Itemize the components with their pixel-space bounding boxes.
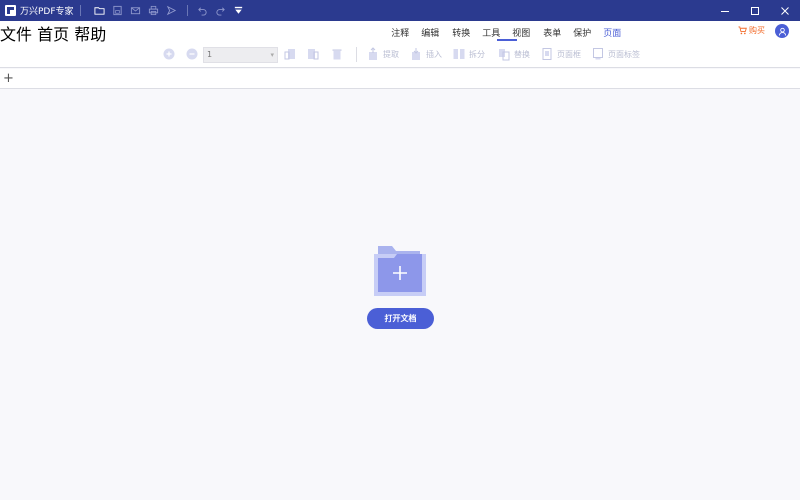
zoom-in-button[interactable] — [162, 47, 179, 61]
window-controls — [710, 0, 800, 21]
undo-icon[interactable] — [194, 0, 212, 21]
save-icon[interactable] — [109, 0, 127, 21]
rotate-left-icon — [284, 49, 295, 60]
mail-icon[interactable] — [127, 0, 145, 21]
insert-icon — [412, 48, 420, 60]
page-label-icon — [593, 48, 603, 60]
buy-button[interactable]: 购买 — [738, 25, 765, 36]
tab-view[interactable]: 视图 — [512, 26, 530, 39]
page-box-icon — [542, 48, 552, 60]
app-title: 万兴PDF专家 — [20, 7, 74, 17]
insert-label: 插入 — [426, 49, 442, 59]
maximize-icon[interactable] — [740, 0, 770, 21]
zoom-out-button[interactable] — [185, 47, 202, 61]
minimize-icon[interactable] — [710, 0, 740, 21]
delete-page-button[interactable] — [330, 47, 347, 61]
extract-icon — [369, 47, 377, 60]
quick-access-toolbar — [91, 0, 248, 21]
user-avatar[interactable] — [775, 24, 789, 38]
split-label: 拆分 — [469, 49, 485, 59]
trash-icon — [332, 49, 342, 60]
page-ribbon — [0, 43, 800, 68]
menu-file[interactable]: 文件 — [0, 25, 32, 44]
buy-label: 购买 — [749, 26, 765, 35]
customize-icon[interactable] — [230, 0, 248, 21]
menu-help[interactable]: 帮助 — [74, 25, 106, 44]
open-folder-icon[interactable] — [91, 0, 109, 21]
page-box-label: 页面框 — [557, 49, 581, 59]
title-bar: 万兴PDF专家 — [0, 0, 800, 21]
page-number-select[interactable]: 1 ▾ — [203, 47, 278, 63]
document-tab-strip — [0, 69, 800, 89]
chevron-down-icon: ▾ — [270, 51, 274, 59]
open-document-button[interactable]: 打开文档 — [367, 308, 434, 329]
quick-access-separator — [186, 5, 188, 16]
ribbon-separator — [356, 47, 357, 62]
split-button[interactable]: 拆分 — [452, 47, 485, 61]
tab-tools[interactable]: 工具 — [482, 26, 500, 39]
extract-button[interactable]: 提取 — [366, 47, 399, 61]
zoom-in-icon — [163, 48, 175, 60]
tab-edit[interactable]: 编辑 — [421, 26, 439, 39]
print-icon[interactable] — [145, 0, 163, 21]
extract-label: 提取 — [383, 49, 399, 59]
tab-form[interactable]: 表单 — [543, 26, 561, 39]
page-box-button[interactable]: 页面框 — [540, 47, 581, 61]
replace-button[interactable]: 替换 — [497, 47, 530, 61]
menu-home[interactable]: 首页 — [37, 25, 69, 44]
cart-icon — [738, 26, 747, 35]
close-icon[interactable] — [770, 0, 800, 21]
app-logo-icon — [5, 5, 16, 16]
tab-convert[interactable]: 转换 — [452, 26, 470, 39]
tab-page[interactable]: 页面 — [603, 26, 621, 39]
page-number-value: 1 — [207, 50, 213, 59]
tab-comment[interactable]: 注释 — [391, 26, 409, 39]
insert-button[interactable]: 插入 — [409, 47, 442, 61]
share-icon[interactable] — [163, 0, 181, 21]
menu-bar: 文件 首页 帮助 注释 编辑 转换 工具 视图 表单 保护 页面 — [0, 21, 800, 44]
split-icon — [453, 49, 465, 59]
user-icon — [778, 27, 786, 36]
folder-add-icon[interactable] — [372, 242, 428, 298]
tab-protect[interactable]: 保护 — [573, 26, 591, 39]
rotate-right-icon — [308, 49, 319, 60]
page-label-label: 页面标签 — [608, 49, 640, 59]
zoom-out-icon — [186, 48, 198, 60]
rotate-left-button[interactable] — [283, 47, 300, 61]
active-tab-indicator — [497, 39, 517, 41]
replace-icon — [499, 49, 510, 61]
title-separator — [79, 5, 81, 16]
replace-label: 替换 — [514, 49, 530, 59]
redo-icon[interactable] — [212, 0, 230, 21]
rotate-right-button[interactable] — [306, 47, 323, 61]
add-tab-icon[interactable]: + — [3, 72, 14, 85]
page-label-button[interactable]: 页面标签 — [591, 47, 640, 61]
